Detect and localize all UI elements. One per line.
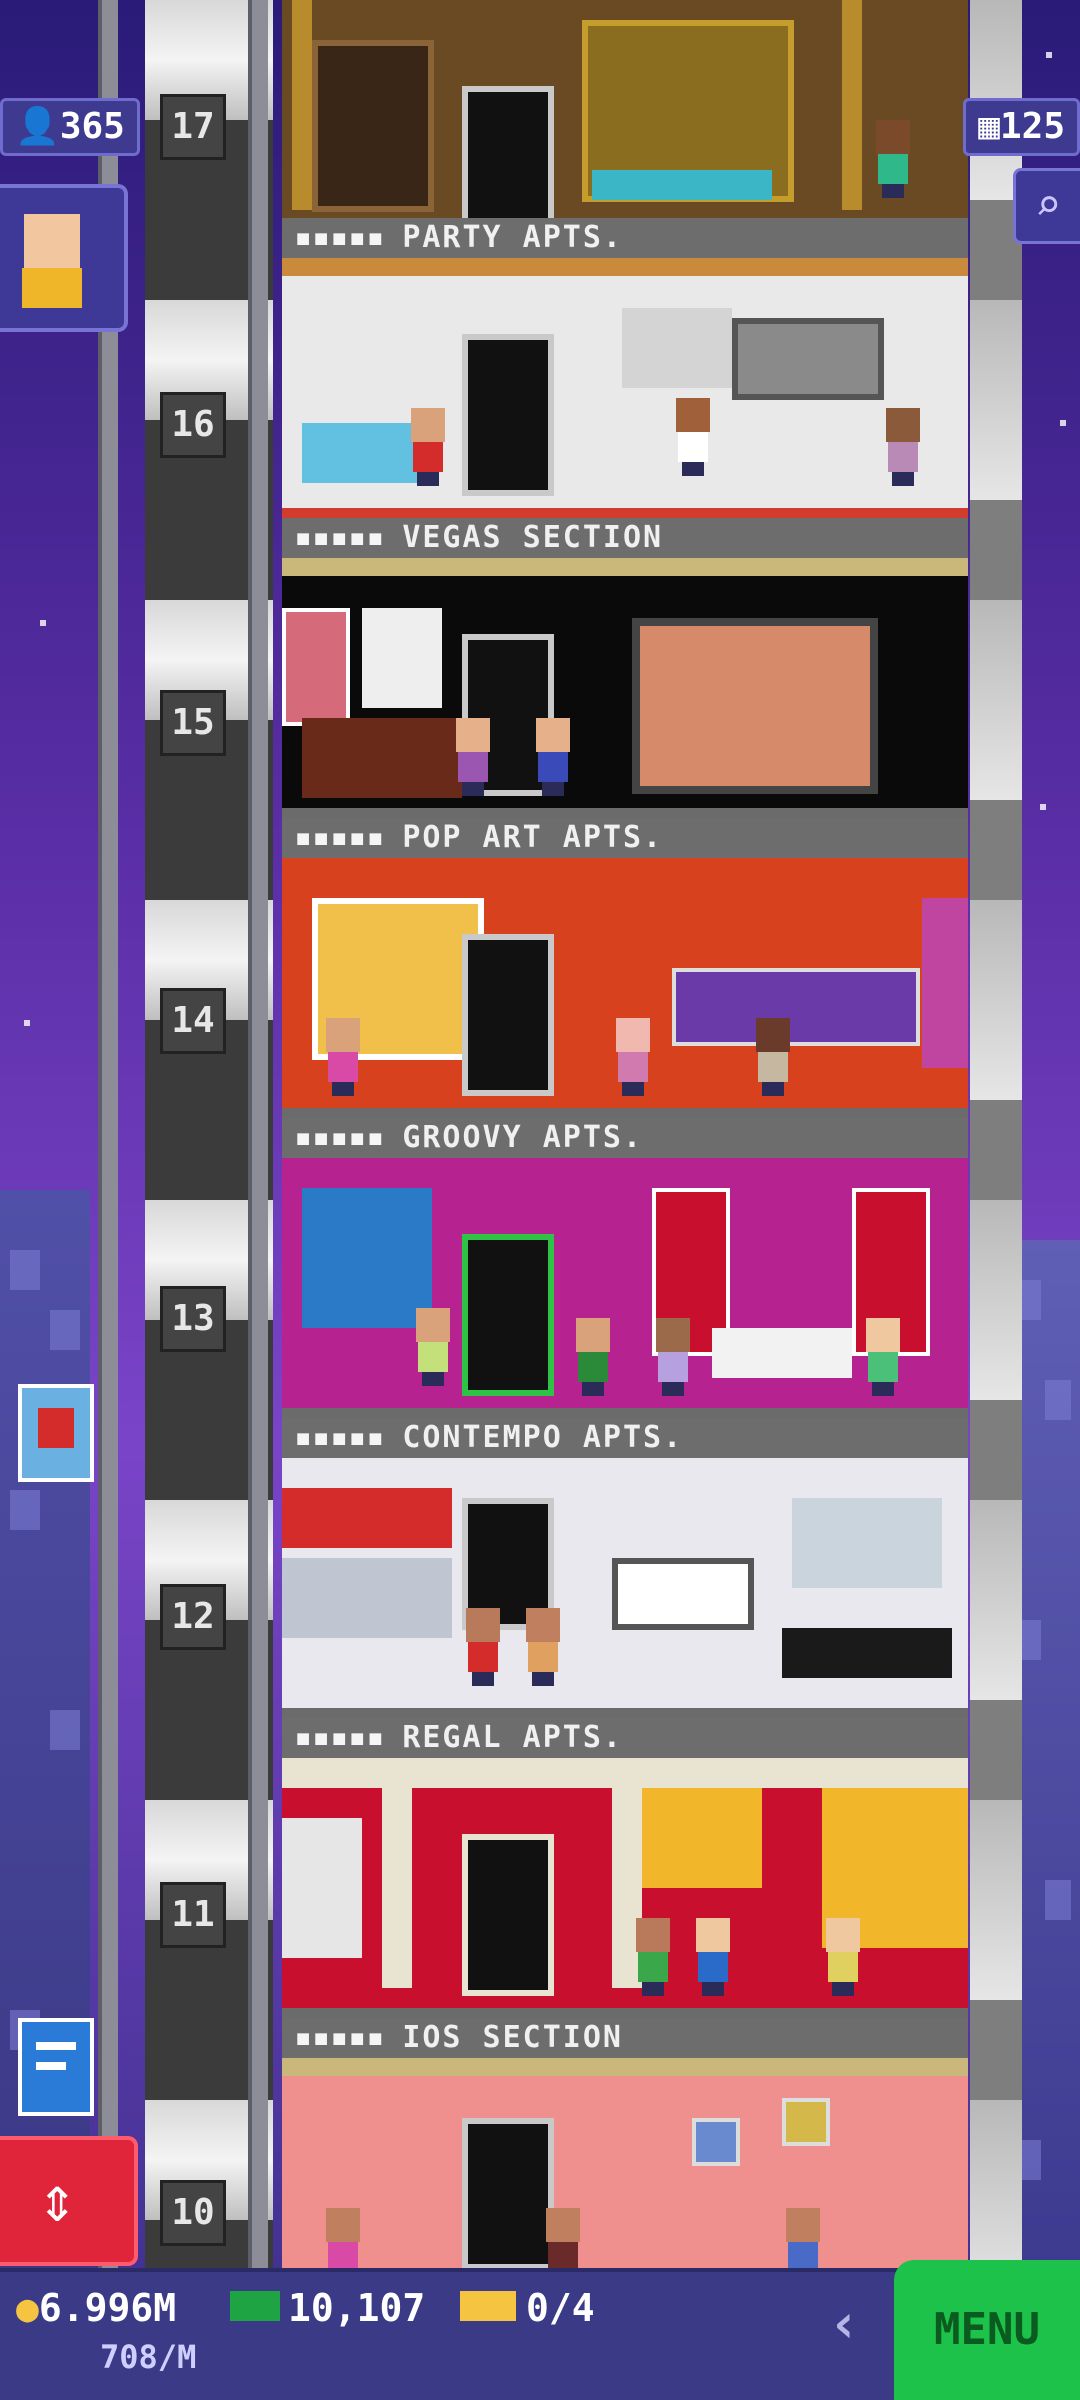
floor-11-label: ▪▪▪▪▪ IOS SECTION xyxy=(282,2018,968,2058)
floor-13-room[interactable] xyxy=(282,1158,968,1418)
elevator-button[interactable]: ⇕ xyxy=(0,2136,138,2266)
building-icon: ▦ xyxy=(978,106,1000,147)
elevator-floor-12: 12 xyxy=(160,1584,226,1650)
floor-15-room[interactable] xyxy=(282,558,968,818)
floor-17-label: ▪▪▪▪▪ PARTY APTS. xyxy=(282,218,968,258)
floor-14-door[interactable] xyxy=(462,934,554,1096)
resident[interactable] xyxy=(612,1018,654,1096)
elevator-floor-11: 11 xyxy=(160,1882,226,1948)
coin-icon: ● xyxy=(16,2286,39,2330)
notes-button[interactable] xyxy=(18,2018,94,2116)
resident[interactable] xyxy=(452,718,494,796)
resident[interactable] xyxy=(872,120,914,198)
tower-right-column xyxy=(970,0,1022,2270)
elevator-floor-13: 13 xyxy=(160,1286,226,1352)
elevator-floor-14: 14 xyxy=(160,988,226,1054)
elevator-floor-10: 10 xyxy=(160,2180,226,2246)
resident[interactable] xyxy=(522,1608,564,1686)
floor-13-label: ▪▪▪▪▪ CONTEMPO APTS. xyxy=(282,1418,968,1458)
resident[interactable] xyxy=(407,408,449,486)
chevron-left-icon: ‹ xyxy=(828,2292,861,2355)
tower-inner-rail xyxy=(248,0,268,2270)
elevator-arrows-icon: ⇕ xyxy=(38,2163,77,2237)
resident[interactable] xyxy=(412,1308,454,1386)
floor-16-room[interactable] xyxy=(282,258,968,518)
buildings-badge[interactable]: ▦125 xyxy=(963,98,1080,156)
resident[interactable] xyxy=(572,1318,614,1396)
resident[interactable] xyxy=(322,1018,364,1096)
profile-avatar-button[interactable] xyxy=(0,184,128,332)
resident[interactable] xyxy=(652,1318,694,1396)
search-button[interactable]: ⌕ xyxy=(1013,168,1080,244)
floor-10-room[interactable] xyxy=(282,2058,968,2280)
menu-button[interactable]: MENU xyxy=(894,2260,1080,2400)
resident[interactable] xyxy=(692,1918,734,1996)
resident[interactable] xyxy=(822,1918,864,1996)
resident-chef[interactable] xyxy=(672,398,714,476)
bux-display[interactable]: 10,107 xyxy=(230,2286,425,2330)
magnifier-icon: ⌕ xyxy=(1034,180,1062,231)
resident[interactable] xyxy=(862,1318,904,1396)
floor-16-label: ▪▪▪▪▪ VEGAS SECTION xyxy=(282,518,968,558)
population-badge[interactable]: 👤365 xyxy=(0,98,140,156)
elevator-floor-15: 15 xyxy=(160,690,226,756)
person-icon: 👤 xyxy=(15,106,60,147)
floor-15-label: ▪▪▪▪▪ POP ART APTS. xyxy=(282,818,968,858)
floor-14-label: ▪▪▪▪▪ GROOVY APTS. xyxy=(282,1118,968,1158)
city-skyline-left xyxy=(0,1190,90,2290)
tickets-display[interactable]: 0/4 xyxy=(460,2286,595,2330)
resident[interactable] xyxy=(882,408,924,486)
bux-icon xyxy=(230,2291,280,2321)
floor-16-door[interactable] xyxy=(462,334,554,496)
resident[interactable] xyxy=(462,1608,504,1686)
floor-14-room[interactable] xyxy=(282,858,968,1118)
floor-12-room[interactable] xyxy=(282,1458,968,1718)
elevator-floor-16: 16 xyxy=(160,392,226,458)
elevator-floor-17: 17 xyxy=(160,94,226,160)
floor-12-label: ▪▪▪▪▪ REGAL APTS. xyxy=(282,1718,968,1758)
resident[interactable] xyxy=(532,718,574,796)
ticket-icon xyxy=(460,2291,516,2321)
floor-11-door[interactable] xyxy=(462,1834,554,1996)
floor-13-door[interactable] xyxy=(462,1234,554,1396)
floor-10-door[interactable] xyxy=(462,2118,554,2270)
coins-rate: 708/M xyxy=(100,2338,197,2376)
coins-display[interactable]: ●6.996M xyxy=(16,2286,176,2330)
resident[interactable] xyxy=(752,1018,794,1096)
resident[interactable] xyxy=(632,1918,674,1996)
food-shop-button[interactable] xyxy=(18,1384,94,1482)
tower-outer-rail xyxy=(98,0,118,2270)
floor-11-room[interactable] xyxy=(282,1758,968,2018)
back-button[interactable]: ‹ xyxy=(828,2292,861,2355)
